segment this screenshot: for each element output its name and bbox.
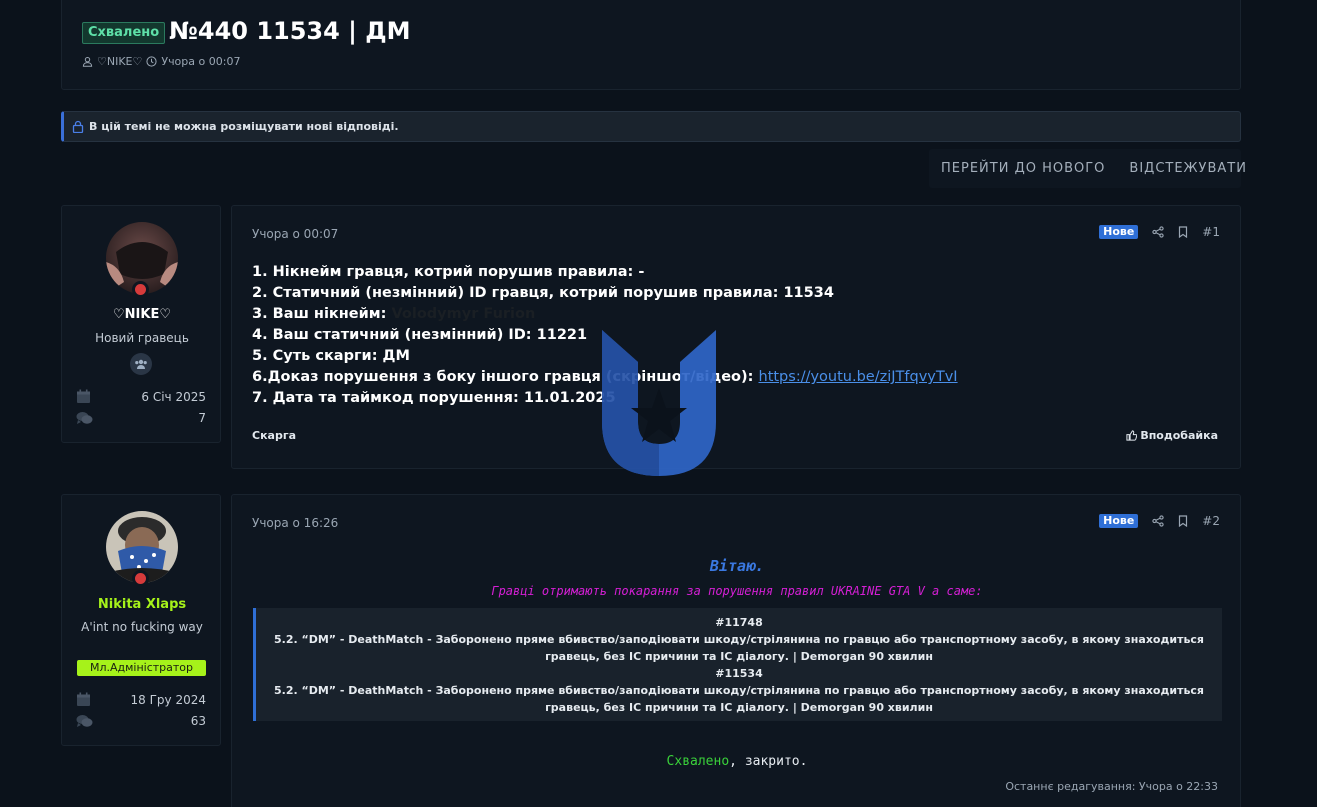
line-label: 3. Ваш нікнейм: (252, 306, 392, 322)
thread-author[interactable]: ♡NIKE♡ (97, 55, 142, 68)
post: Учора о 16:26 Нове #2 Вітаю. Гравці отри… (231, 494, 1241, 807)
post-number[interactable]: #1 (1202, 225, 1220, 239)
messages-count: 7 (198, 411, 206, 425)
post-date[interactable]: Учора о 00:07 (252, 227, 338, 241)
share-icon[interactable] (1152, 515, 1164, 527)
case-id: #11748 (715, 616, 763, 629)
post-date[interactable]: Учора о 16:26 (252, 516, 338, 530)
user-icon (82, 56, 93, 67)
user-title: Новий гравець (95, 331, 189, 345)
thread-meta: ♡NIKE♡ Учора о 00:07 (82, 55, 240, 68)
verdict: Схвалено, закрито. (232, 754, 1242, 769)
post-tools: Нове #2 (1099, 514, 1220, 528)
username[interactable]: ♡NIKE♡ (62, 307, 222, 322)
watch-button[interactable]: ВІДСТЕЖУВАТИ (1117, 149, 1259, 188)
joined-date: 6 Січ 2025 (141, 389, 206, 404)
post-line: 1. Нікнейм гравця, котрий порушив правил… (252, 264, 645, 280)
group-icon (130, 353, 152, 375)
penalty-subtitle: Гравці отримають покарання за порушення … (491, 584, 983, 598)
new-badge: Нове (1099, 514, 1139, 528)
thread-header: Схвалено №440 11534 | ДМ ♡NIKE♡ Учора о … (61, 0, 1241, 90)
rule-text: 5.2. “DM” - DeathMatch - Заборонено прям… (274, 633, 1204, 646)
ukraine-gta-logo-icon (602, 330, 716, 476)
online-status-icon (132, 281, 149, 298)
user-card: ♡NIKE♡ Новий гравець 6 Січ 2025 7 (61, 205, 221, 443)
last-edited: Останнє редагування: Учора о 22:33 (1005, 780, 1218, 793)
calendar-icon (77, 389, 90, 403)
share-icon[interactable] (1152, 226, 1164, 238)
joined-stat: 18 Гру 2024 (76, 692, 206, 707)
clock-icon (146, 56, 157, 67)
username[interactable]: Nikita Xlaps (62, 597, 222, 612)
nickname-value: Volodymyr Furion (391, 306, 536, 322)
messages-stat: 63 (76, 714, 206, 728)
new-badge: Нове (1099, 225, 1139, 239)
locked-notice: В цій темі не можна розміщувати нові від… (61, 111, 1241, 142)
thread-time[interactable]: Учора о 00:07 (161, 55, 240, 68)
closed-text: , закрито. (729, 754, 808, 769)
post-line: 2. Статичний (незмінний) ID гравця, котр… (252, 285, 834, 301)
rule-text: гравець, без IC причини та IC діалогу. |… (545, 701, 933, 714)
thumbs-up-icon (1126, 430, 1138, 441)
messages-icon (76, 412, 93, 424)
user-title: A'int no fucking way (81, 620, 203, 634)
notice-text: В цій темі не можна розміщувати нові від… (89, 120, 399, 133)
messages-icon (76, 715, 93, 727)
messages-stat: 7 (76, 411, 206, 425)
post-line: 3. Ваш нікнейм: Volodymyr Furion (252, 304, 958, 325)
calendar-icon (77, 692, 90, 706)
like-button[interactable]: Вподобайка (1126, 429, 1218, 442)
lock-icon (72, 120, 84, 133)
rule-text: 5.2. “DM” - DeathMatch - Заборонено прям… (274, 684, 1204, 697)
messages-count: 63 (190, 714, 206, 728)
user-card: Nikita Xlaps A'int no fucking way Мл.Адм… (61, 494, 221, 746)
bookmark-icon[interactable] (1178, 515, 1188, 527)
approved-word: Схвалено (666, 754, 730, 769)
goto-new-button[interactable]: ПЕРЕЙТИ ДО НОВОГО (929, 149, 1117, 188)
joined-date: 18 Гру 2024 (130, 692, 206, 707)
bookmark-icon[interactable] (1178, 226, 1188, 238)
post-tools: Нове #1 (1099, 225, 1220, 239)
case-id: #11534 (715, 667, 763, 680)
page-title: №440 11534 | ДМ (169, 17, 411, 45)
online-status-icon (132, 570, 149, 587)
evidence-link[interactable]: https://youtu.be/ziJTfqvyTvI (759, 369, 958, 385)
thread-actions: ПЕРЕЙТИ ДО НОВОГО ВІДСТЕЖУВАТИ (929, 149, 1246, 188)
post-number[interactable]: #2 (1202, 514, 1220, 528)
rules-quote: #11748 5.2. “DM” - DeathMatch - Забороне… (253, 608, 1222, 721)
joined-stat: 6 Січ 2025 (76, 389, 206, 404)
post: Учора о 00:07 Нове #1 1. Нікнейм гравця,… (231, 205, 1241, 469)
rule-text: гравець, без IC причини та IC діалогу. |… (545, 650, 933, 663)
greeting: Вітаю. (709, 557, 765, 575)
status-badge: Схвалено (82, 22, 166, 44)
post-tag[interactable]: Скарга (252, 429, 296, 442)
like-label: Вподобайка (1140, 429, 1218, 442)
role-badge: Мл.Адміністратор (77, 660, 206, 676)
